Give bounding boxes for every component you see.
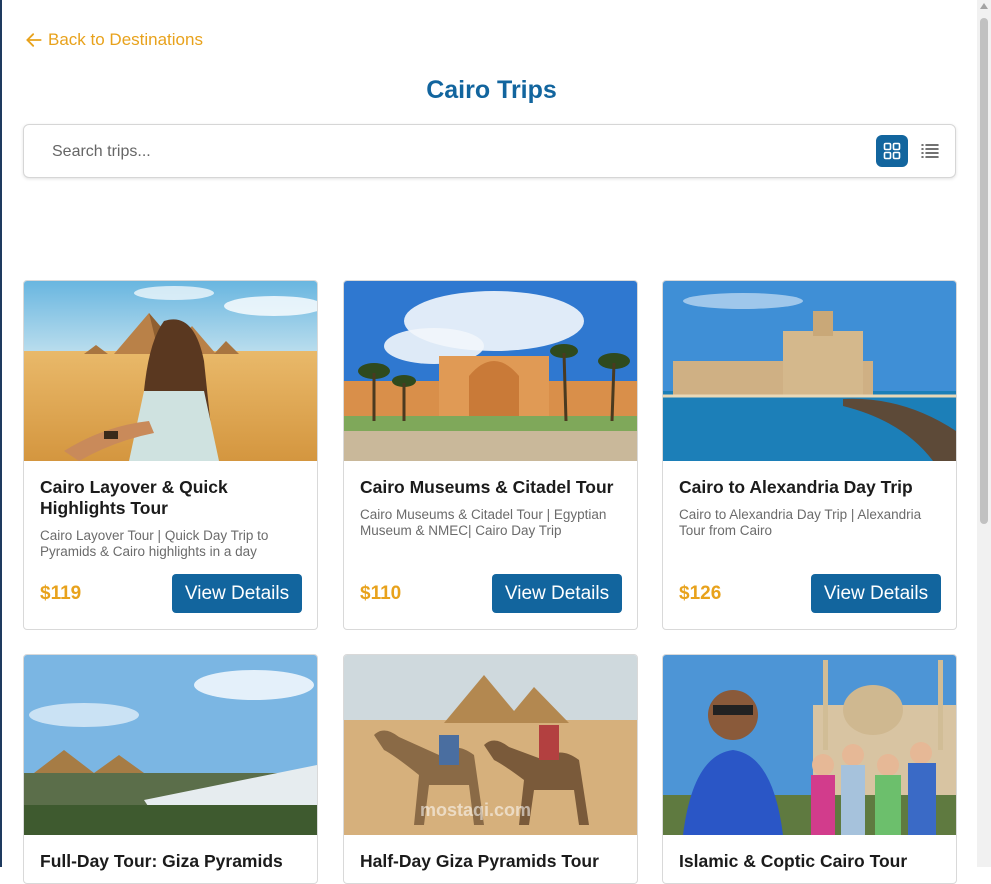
- trip-card[interactable]: Cairo to Alexandria Day Trip Cairo to Al…: [662, 280, 957, 630]
- trip-image-citadel-group-selfie: [663, 655, 956, 835]
- trip-image-citadel-of-qaitbay: [663, 281, 956, 461]
- view-details-button[interactable]: View Details: [172, 574, 302, 613]
- back-link-label: Back to Destinations: [48, 30, 203, 49]
- scroll-up-arrow-icon[interactable]: [980, 3, 988, 9]
- trip-title: Cairo Museums & Citadel Tour: [360, 477, 614, 497]
- arrow-left-icon: [26, 33, 42, 47]
- trip-title: Half-Day Giza Pyramids Tour: [360, 851, 599, 871]
- trip-price: $119: [40, 583, 82, 604]
- back-to-destinations-link[interactable]: Back to Destinations: [24, 30, 203, 50]
- trip-title: Cairo Layover & Quick Highlights Tour: [40, 477, 228, 518]
- view-details-button[interactable]: View Details: [811, 574, 941, 613]
- grid-view-button[interactable]: [876, 135, 908, 167]
- watermark-text: mostaqi.com: [420, 800, 532, 820]
- page-title: Cairo Trips: [426, 76, 557, 104]
- trip-title: Cairo to Alexandria Day Trip: [679, 477, 913, 497]
- scrollbar[interactable]: [977, 0, 991, 867]
- trip-description: Cairo Layover Tour | Quick Day Trip to P…: [40, 528, 269, 559]
- search-input[interactable]: [50, 139, 754, 165]
- grid-view-icon: [883, 142, 901, 160]
- trip-description: Cairo Museums & Citadel Tour | Egyptian …: [360, 507, 607, 538]
- trip-card[interactable]: Full-Day Tour: Giza Pyramids: [23, 654, 318, 884]
- trip-image-egyptian-museum: [344, 281, 637, 461]
- trip-price: $110: [360, 583, 402, 604]
- trip-title: Full-Day Tour: Giza Pyramids: [40, 851, 283, 871]
- list-view-icon: [921, 144, 939, 158]
- trip-card[interactable]: Cairo Museums & Citadel Tour Cairo Museu…: [343, 280, 638, 630]
- window-edge: [0, 0, 2, 867]
- scrollbar-thumb[interactable]: [980, 18, 988, 524]
- trip-description: Cairo to Alexandria Day Trip | Alexandri…: [679, 507, 922, 538]
- trip-image-grand-egyptian-museum: [24, 655, 317, 835]
- trip-card[interactable]: Half-Day Giza Pyramids Tour: [343, 654, 638, 884]
- search-bar: [23, 124, 956, 178]
- trip-image-pyramids-desert: [24, 281, 317, 461]
- trip-price: $126: [679, 583, 722, 604]
- trip-card[interactable]: Cairo Layover & Quick Highlights Tour Ca…: [23, 280, 318, 630]
- trip-card[interactable]: Islamic & Coptic Cairo Tour: [662, 654, 957, 884]
- trip-title: Islamic & Coptic Cairo Tour: [679, 851, 908, 871]
- list-view-button[interactable]: [914, 135, 946, 167]
- view-details-button[interactable]: View Details: [492, 574, 622, 613]
